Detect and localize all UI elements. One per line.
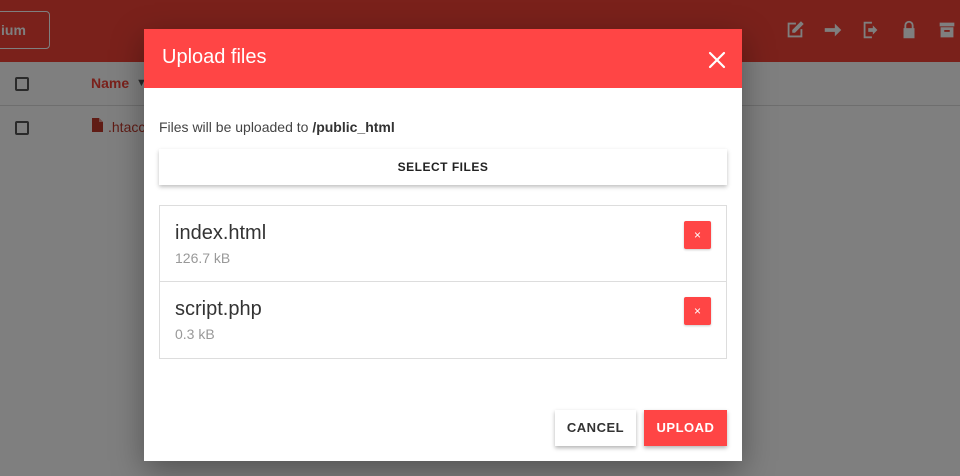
- dialog-header: Upload files: [144, 29, 742, 88]
- upload-destination: Files will be uploaded to /public_html: [159, 119, 395, 135]
- destination-prefix: Files will be uploaded to: [159, 119, 309, 135]
- file-size: 0.3 kB: [175, 326, 215, 342]
- list-item: script.php 0.3 kB ×: [160, 282, 726, 358]
- close-button[interactable]: [706, 49, 728, 71]
- close-icon: [708, 51, 726, 69]
- selected-files-list: index.html 126.7 kB × script.php 0.3 kB …: [159, 205, 727, 359]
- file-name: index.html: [175, 222, 267, 244]
- remove-file-button[interactable]: ×: [684, 297, 711, 325]
- cancel-button[interactable]: CANCEL: [555, 410, 636, 446]
- destination-path: /public_html: [312, 119, 395, 135]
- dialog-title: Upload files: [162, 46, 267, 68]
- select-files-button[interactable]: SELECT FILES: [159, 149, 727, 185]
- file-name: script.php: [175, 298, 262, 320]
- file-size: 126.7 kB: [175, 250, 231, 266]
- upload-dialog: Upload files Files will be uploaded to /…: [144, 29, 742, 461]
- list-item: index.html 126.7 kB ×: [160, 206, 726, 282]
- remove-file-button[interactable]: ×: [684, 221, 711, 249]
- upload-button[interactable]: UPLOAD: [644, 410, 727, 446]
